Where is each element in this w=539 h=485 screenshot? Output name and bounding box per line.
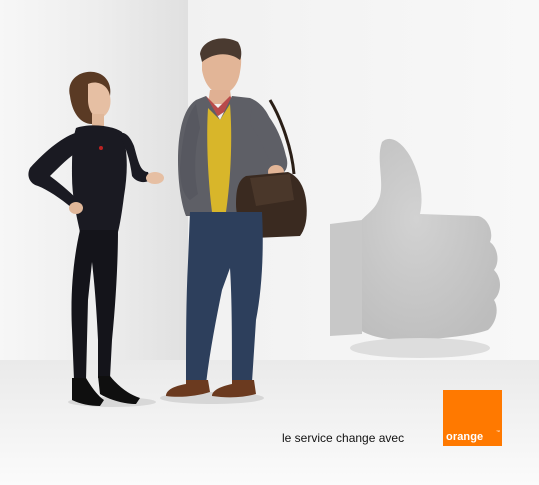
logo-text: orange [446, 431, 484, 443]
tagline-text: le service change avec [282, 431, 405, 445]
orange-logo-icon[interactable]: orange ™ [443, 390, 502, 446]
ad-canvas: le service change avec orange ™ [0, 0, 539, 485]
trademark-mark: ™ [496, 429, 500, 434]
